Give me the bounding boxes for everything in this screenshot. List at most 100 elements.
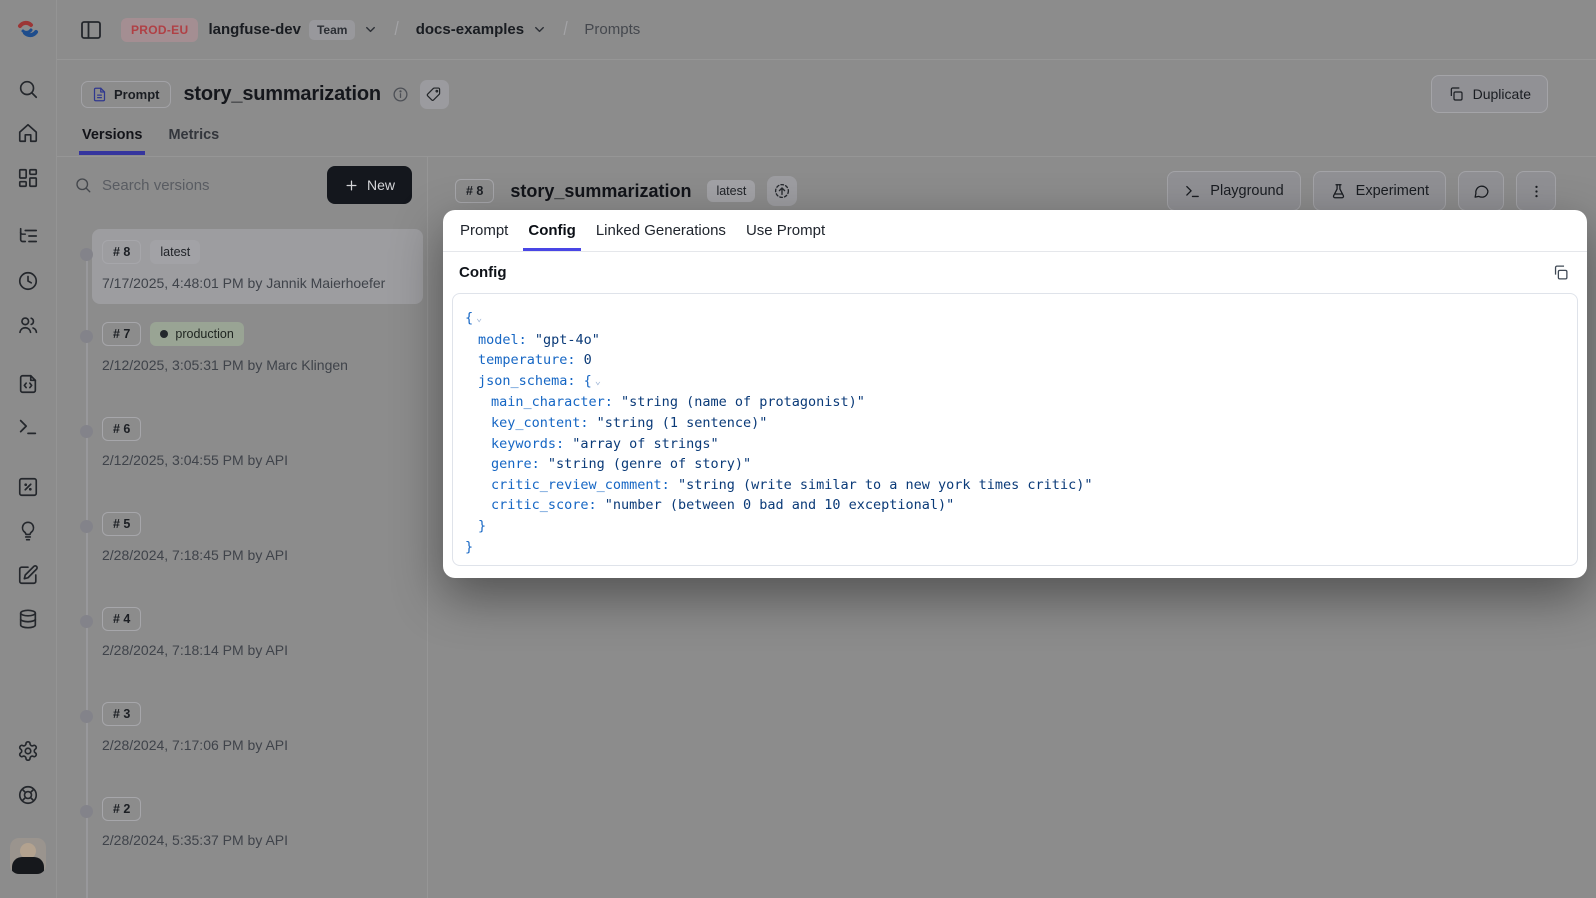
version-list-item[interactable]: # 2 2/28/2024, 5:35:37 PM by API — [102, 797, 413, 850]
langfuse-logo[interactable] — [14, 15, 42, 43]
user-avatar[interactable] — [10, 838, 46, 874]
version-number-badge: # 6 — [102, 417, 141, 441]
version-byline: 2/28/2024, 7:18:45 PM by API — [102, 545, 402, 565]
comments-button[interactable] — [1458, 171, 1504, 211]
version-detail-panel: Prompt Config Linked Generations Use Prompt… — [443, 210, 1587, 578]
database-icon[interactable] — [17, 608, 39, 630]
org-switcher[interactable]: langfuse-dev Team — [208, 20, 378, 40]
tab-use-prompt[interactable]: Use Prompt — [745, 210, 826, 251]
evaluation-percent-icon[interactable] — [17, 476, 39, 498]
duplicate-button[interactable]: Duplicate — [1431, 75, 1548, 113]
version-title: story_summarization — [510, 181, 691, 202]
project-name: docs-examples — [416, 21, 524, 38]
search-icon — [74, 176, 92, 194]
collapse-chevron-icon[interactable]: ⌄ — [476, 309, 482, 330]
tag-icon[interactable] — [420, 80, 449, 109]
version-number-badge: # 7 — [102, 322, 141, 346]
environment-badge: PROD-EU — [121, 18, 198, 42]
version-number-badge: # 5 — [102, 512, 141, 536]
breadcrumb-divider: / — [390, 19, 404, 41]
collapse-chevron-icon[interactable]: ⌄ — [595, 372, 601, 393]
support-lifebuoy-icon[interactable] — [17, 784, 39, 806]
promote-version-icon[interactable] — [767, 176, 797, 206]
version-number-badge: # 3 — [102, 702, 141, 726]
tab-prompt[interactable]: Prompt — [459, 210, 509, 251]
version-list-item[interactable]: # 3 2/28/2024, 7:17:06 PM by API — [102, 702, 413, 755]
version-number-badge: # 8 — [455, 179, 494, 203]
copy-icon — [1448, 86, 1464, 102]
detail-tabs: Prompt Config Linked Generations Use Prompt — [443, 210, 1587, 252]
dashboard-icon[interactable] — [17, 167, 39, 189]
timeline-dot-icon — [80, 425, 93, 438]
playground-button[interactable]: Playground — [1167, 171, 1300, 211]
experiment-button[interactable]: Experiment — [1313, 171, 1446, 211]
version-number-badge: # 4 — [102, 607, 141, 631]
more-actions-icon[interactable] — [1516, 171, 1556, 211]
home-icon[interactable] — [17, 122, 39, 144]
settings-gear-icon[interactable] — [17, 740, 39, 762]
config-section-title: Config — [459, 264, 506, 281]
version-byline: 2/12/2025, 3:04:55 PM by API — [102, 450, 402, 470]
version-list-item[interactable]: # 4 2/28/2024, 7:18:14 PM by API — [102, 607, 413, 660]
timeline-dot-icon — [80, 248, 93, 261]
code-line: critic_review_comment: "string (write si… — [465, 475, 1565, 496]
version-byline: 2/28/2024, 7:17:06 PM by API — [102, 735, 402, 755]
datasets-pen-icon[interactable] — [17, 564, 39, 586]
flask-icon — [1330, 183, 1347, 200]
chevron-down-icon — [532, 22, 547, 37]
versions-panel: New # 8 latest 7/17/2025, 4:48:01 PM by … — [57, 157, 428, 898]
version-byline: 2/12/2025, 3:05:31 PM by Marc Klingen — [102, 355, 402, 375]
version-byline: 2/28/2024, 7:18:14 PM by API — [102, 640, 402, 660]
code-line: temperature: 0 — [465, 350, 1565, 371]
page-header: Prompt story_summarization Duplicate Ver… — [57, 61, 1596, 157]
timeline-dot-icon — [80, 330, 93, 343]
timeline-dot-icon — [80, 710, 93, 723]
tab-linked-generations[interactable]: Linked Generations — [595, 210, 727, 251]
version-list: # 8 latest 7/17/2025, 4:48:01 PM by Jann… — [57, 213, 427, 898]
annotation-lightbulb-icon[interactable] — [17, 520, 39, 542]
sidebar-toggle-icon[interactable] — [79, 18, 103, 42]
code-line: key_content: "string (1 sentence)" — [465, 413, 1565, 434]
version-list-item[interactable]: # 7 production 2/12/2025, 3:05:31 PM by … — [102, 322, 413, 375]
code-line: critic_score: "number (between 0 bad and… — [465, 495, 1565, 516]
versions-search-row: New — [57, 157, 427, 213]
project-switcher[interactable]: docs-examples — [416, 21, 547, 38]
top-nav: PROD-EU langfuse-dev Team / docs-example… — [57, 0, 1596, 60]
breadcrumb-section: Prompts — [584, 21, 640, 38]
terminal-icon — [1184, 183, 1201, 200]
search-icon[interactable] — [17, 78, 39, 100]
version-detail-header: # 8 story_summarization latest Playgroun… — [428, 170, 1596, 212]
page-title: story_summarization — [184, 83, 381, 106]
timeline-dot-icon — [80, 615, 93, 628]
copy-config-icon[interactable] — [1552, 264, 1569, 281]
info-icon[interactable] — [392, 86, 409, 103]
tab-config[interactable]: Config — [527, 210, 576, 251]
code-line: keywords: "array of strings" — [465, 434, 1565, 455]
new-version-button[interactable]: New — [327, 166, 412, 204]
latest-badge: latest — [707, 180, 755, 202]
latest-badge: latest — [150, 240, 200, 264]
version-byline: 7/17/2025, 4:48:01 PM by Jannik Maierhoe… — [102, 273, 402, 293]
users-icon[interactable] — [17, 314, 39, 336]
version-list-item[interactable]: # 8 latest 7/17/2025, 4:48:01 PM by Jann… — [92, 229, 423, 304]
version-list-item[interactable]: # 6 2/12/2025, 3:04:55 PM by API — [102, 417, 413, 470]
version-byline: 2/28/2024, 5:35:37 PM by API — [102, 830, 402, 850]
version-list-item[interactable]: # 5 2/28/2024, 7:18:45 PM by API — [102, 512, 413, 565]
code-line: main_character: "string (name of protago… — [465, 392, 1565, 413]
prompts-file-code-icon[interactable] — [17, 373, 39, 395]
plus-icon — [344, 178, 359, 193]
page-tabs: Versions Metrics — [57, 113, 1596, 155]
breadcrumb-divider: / — [559, 19, 573, 41]
playground-terminal-icon[interactable] — [17, 416, 39, 438]
code-line: json_schema: {⌄ — [465, 371, 1565, 393]
file-text-icon — [92, 87, 107, 102]
version-number-badge: # 8 — [102, 240, 141, 264]
tab-versions[interactable]: Versions — [82, 127, 142, 155]
search-versions-input[interactable] — [102, 177, 317, 194]
code-line: model: "gpt-4o" — [465, 330, 1565, 351]
sessions-clock-icon[interactable] — [17, 270, 39, 292]
app-sidebar — [0, 0, 57, 898]
code-line: } — [465, 537, 1565, 558]
tab-metrics[interactable]: Metrics — [168, 127, 219, 155]
tracing-tree-icon[interactable] — [17, 225, 39, 247]
